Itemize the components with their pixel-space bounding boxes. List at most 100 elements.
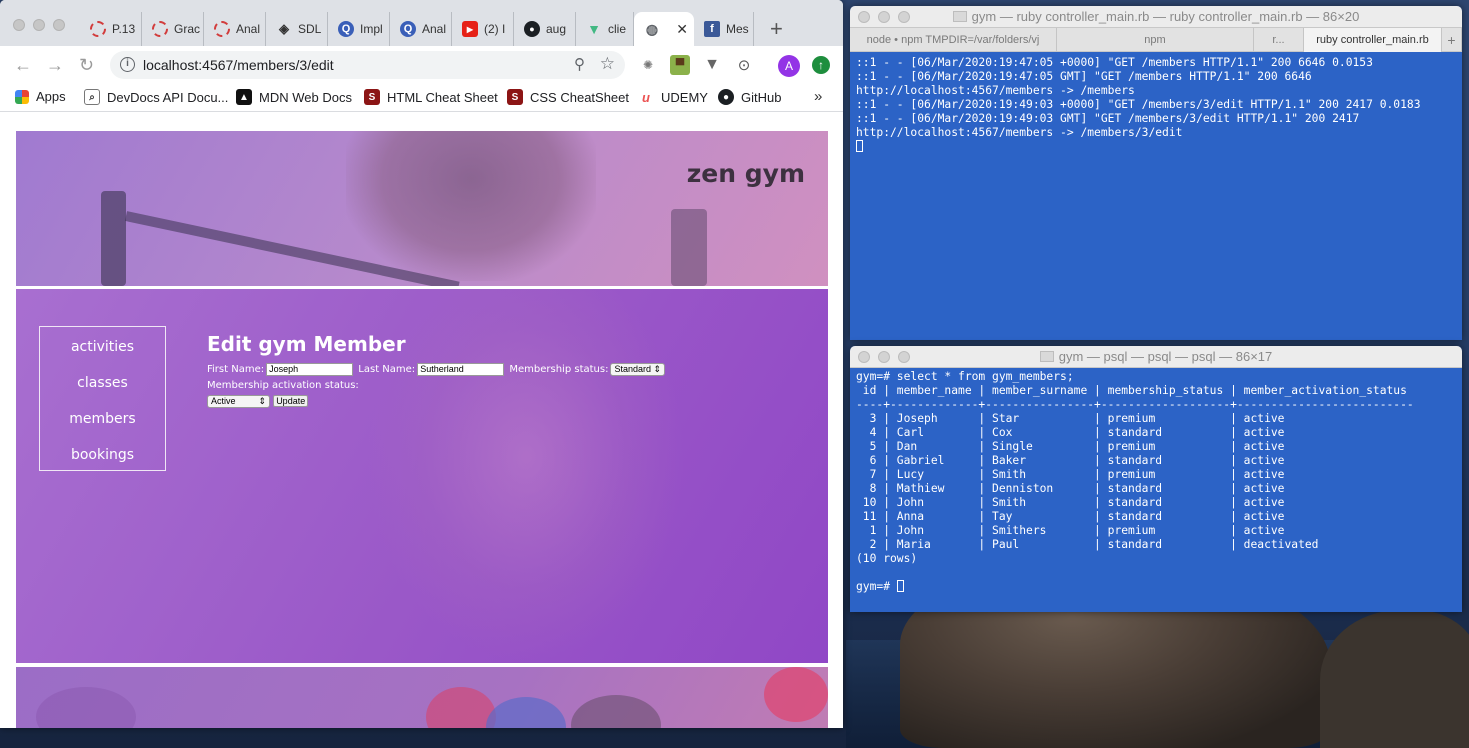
terminal-output[interactable]: ::1 - - [06/Mar/2020:19:47:05 +0000] "GE… [856,56,1421,154]
log-line: ::1 - - [06/Mar/2020:19:47:05 GMT] "GET … [856,70,1312,83]
membership-status-select[interactable]: Standard ⇕ [610,362,666,376]
folder-icon [952,11,967,22]
reload-icon[interactable]: ↻ [79,55,94,76]
bookmark-html-cheatsheet[interactable]: S HTML Cheat Sheet [364,89,498,105]
plant-extension-icon[interactable]: ▀ [670,55,690,75]
zoom-window-button[interactable] [898,11,910,23]
bookmark-udemy[interactable]: u UDEMY [638,89,708,105]
footer-ball-image [486,697,566,728]
profile-avatar[interactable]: A [778,55,800,77]
desktop-rock-right [1320,610,1469,748]
nav-link-classes[interactable]: classes [40,365,165,401]
devdocs-icon: ⌕ [84,89,100,105]
minimize-window-button[interactable] [33,19,45,31]
hero-athlete-image [346,131,596,281]
log-line: ::1 - - [06/Mar/2020:19:47:05 +0000] "GE… [856,56,1373,69]
browser-tab[interactable]: ◈ SDL [266,12,328,46]
nav-link-bookings[interactable]: bookings [40,437,165,473]
log-line: http://localhost:4567/members -> /member… [856,126,1183,139]
membership-status-label: Membership status: [509,364,609,375]
minimize-window-button[interactable] [878,11,890,23]
activation-status-label: Membership activation status: [207,380,359,391]
code-extension-icon[interactable]: ⊙ [734,55,754,75]
zoom-window-button[interactable] [898,351,910,363]
forward-arrow-icon[interactable]: → [46,55,64,76]
browser-tab[interactable]: P.13 [80,12,142,46]
url-text[interactable]: localhost:4567/members/3/edit [143,57,334,73]
browser-tab-active[interactable]: ◍ ✕ [634,12,694,46]
table-row: 6 | Gabriel | Baker | standard | active [856,454,1285,467]
first-name-label: First Name: [207,364,265,375]
nav-link-activities[interactable]: activities [40,329,165,365]
bookmark-devdocs[interactable]: ⌕ DevDocs API Docu... [84,89,228,105]
bug-extension-icon[interactable]: ✺ [638,55,658,75]
terminal-tab[interactable]: node • npm TMPDIR=/var/folders/vj [850,28,1057,52]
bookmark-mdn[interactable]: ▲ MDN Web Docs [236,89,352,105]
bookmarks-bar: Apps ⌕ DevDocs API Docu... ▲ MDN Web Doc… [0,84,843,112]
new-tab-button[interactable]: + [770,16,783,42]
zoom-window-button[interactable] [53,19,65,31]
bookmark-css-cheatsheet[interactable]: S CSS CheatSheet [507,89,629,105]
bookmark-apps[interactable]: Apps [15,89,66,104]
mdn-icon: ▲ [236,89,252,105]
minimize-window-button[interactable] [878,351,890,363]
site-brand[interactable]: zen gym [687,159,805,188]
terminal-output[interactable]: gym=# select * from gym_members; id | me… [856,370,1414,594]
tab-strip: P.13 Grac Anal ◈ SDL Q Impl Q Anal ▶ (2)… [0,0,843,46]
psql-prompt: gym=# [856,580,897,593]
browser-tab[interactable]: Q Anal [390,12,452,46]
terminal-tab[interactable]: r... [1254,28,1304,52]
address-bar[interactable]: i localhost:4567/members/3/edit ⚲ ☆ [110,51,625,79]
last-name-input[interactable] [417,362,505,376]
browser-window: P.13 Grac Anal ◈ SDL Q Impl Q Anal ▶ (2)… [0,0,843,728]
main-content: activities classes members bookings Edit… [16,289,828,663]
footer-ball-image [571,695,661,728]
close-tab-icon[interactable]: ✕ [676,21,688,38]
first-name-input[interactable] [266,362,354,376]
nav-link-members[interactable]: members [40,401,165,437]
row-count: (10 rows) [856,552,918,565]
membership-status-value: Standard [614,363,651,374]
hero-post-image [101,191,126,286]
browser-tab[interactable]: Q Impl [328,12,390,46]
terminal-window-server: gym — ruby controller_main.rb — ruby con… [850,6,1462,340]
zoom-icon[interactable]: ⚲ [574,55,585,73]
more-bookmarks-chevron-icon[interactable]: » [814,88,822,105]
browser-toolbar: ← → ↻ i localhost:4567/members/3/edit ⚲ … [0,46,843,84]
terminal-tab[interactable]: npm [1057,28,1254,52]
close-window-button[interactable] [13,19,25,31]
log-line: ::1 - - [06/Mar/2020:19:49:03 +0000] "GE… [856,98,1421,111]
select-arrows-icon: ⇕ [258,395,266,406]
background-figure-image [366,289,686,663]
terminal-titlebar: gym — psql — psql — psql — 86×17 [850,346,1462,368]
browser-tab[interactable]: f Mes [694,12,754,46]
close-window-button[interactable] [858,11,870,23]
facebook-icon: f [704,21,720,37]
url-host: localhost [143,57,199,73]
browser-tab[interactable]: Anal [204,12,266,46]
udemy-icon: u [638,89,654,105]
info-icon[interactable]: i [120,57,135,72]
browser-tab[interactable]: Grac [142,12,204,46]
update-button[interactable]: Update [273,395,309,407]
q-icon: Q [338,21,354,37]
bookmark-star-icon[interactable]: ☆ [600,54,615,74]
stanford-icon: S [364,89,380,105]
new-terminal-tab-icon[interactable]: + [1442,28,1462,52]
site-nav: activities classes members bookings [39,326,166,471]
terminal-cursor [856,140,863,152]
browser-tab[interactable]: ▼ clie [576,12,634,46]
terminal-tab-active[interactable]: ruby controller_main.rb [1304,28,1442,52]
browser-tab[interactable]: ▶ (2) I [452,12,514,46]
back-arrow-icon[interactable]: ← [14,55,32,76]
edit-member-form: First Name: Last Name: Membership status… [207,362,807,410]
activation-status-select[interactable]: Active ⇕ [207,394,270,408]
close-window-button[interactable] [858,351,870,363]
terminal-title: gym — psql — psql — psql — 86×17 [1058,349,1273,364]
diamond-icon: ◈ [279,21,289,36]
update-arrow-icon[interactable]: ↑ [812,56,830,74]
globe-icon: ◍ [645,20,659,37]
vue-devtools-icon[interactable]: ▼ [702,55,722,75]
bookmark-github[interactable]: ● GitHub [718,89,781,105]
browser-tab[interactable]: ● aug [514,12,576,46]
